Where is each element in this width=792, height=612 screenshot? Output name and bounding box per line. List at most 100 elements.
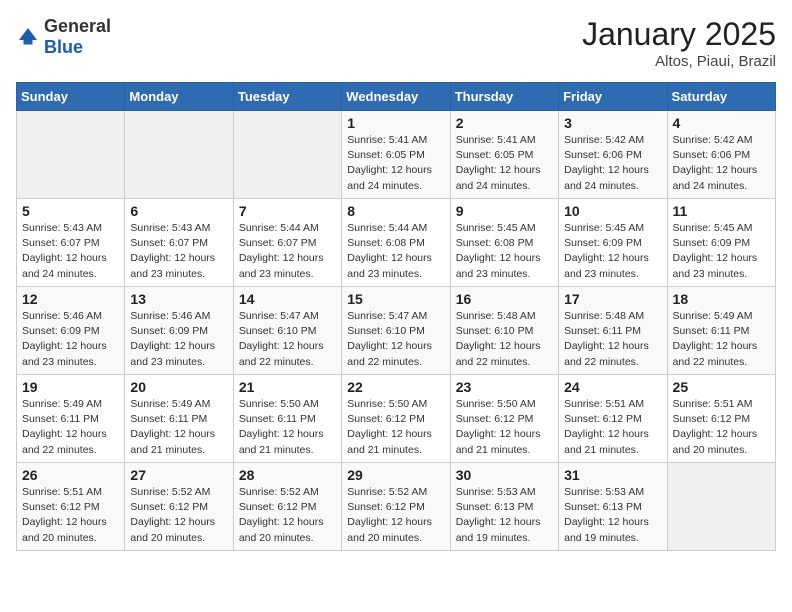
day-info: Sunrise: 5:43 AMSunset: 6:07 PMDaylight:… xyxy=(22,221,119,282)
day-cell: 1Sunrise: 5:41 AMSunset: 6:05 PMDaylight… xyxy=(342,111,450,199)
day-cell: 14Sunrise: 5:47 AMSunset: 6:10 PMDayligh… xyxy=(233,287,341,375)
day-number: 23 xyxy=(456,379,553,395)
day-info: Sunrise: 5:48 AMSunset: 6:11 PMDaylight:… xyxy=(564,309,661,370)
week-row-2: 5 Sunrise: 5:43 AMSunset: 6:07 PMDaylight… xyxy=(17,199,776,287)
day-cell: 12 Sunrise: 5:46 AMSunset: 6:09 PMDayligh… xyxy=(17,287,125,375)
day-info: Sunrise: 5:51 AMSunset: 6:12 PMDaylight:… xyxy=(564,397,661,458)
day-number: 4 xyxy=(673,115,770,131)
day-number: 14 xyxy=(239,291,336,307)
day-number: 28 xyxy=(239,467,336,483)
logo-blue: Blue xyxy=(44,37,83,57)
day-number: 27 xyxy=(130,467,227,483)
day-info: Sunrise: 5:52 AMSunset: 6:12 PMDaylight:… xyxy=(239,485,336,546)
day-number: 30 xyxy=(456,467,553,483)
day-info: Sunrise: 5:53 AMSunset: 6:13 PMDaylight:… xyxy=(564,485,661,546)
day-info: Sunrise: 5:45 AMSunset: 6:09 PMDaylight:… xyxy=(673,221,770,282)
day-number: 2 xyxy=(456,115,553,131)
day-number: 16 xyxy=(456,291,553,307)
day-number: 25 xyxy=(673,379,770,395)
day-number: 15 xyxy=(347,291,444,307)
day-cell: 31 Sunrise: 5:53 AMSunset: 6:13 PMDayligh… xyxy=(559,463,667,551)
weekday-header-wednesday: Wednesday xyxy=(342,83,450,111)
weekday-header-thursday: Thursday xyxy=(450,83,558,111)
day-info: Sunrise: 5:41 AMSunset: 6:05 PMDaylight:… xyxy=(456,133,553,194)
weekday-header-friday: Friday xyxy=(559,83,667,111)
header: General Blue January 2025 Altos, Piaui, … xyxy=(16,16,776,70)
calendar-header: SundayMondayTuesdayWednesdayThursdayFrid… xyxy=(17,83,776,111)
day-number: 12 xyxy=(22,291,119,307)
day-number: 5 xyxy=(22,203,119,219)
day-number: 18 xyxy=(673,291,770,307)
week-row-4: 19Sunrise: 5:49 AMSunset: 6:11 PMDayligh… xyxy=(17,375,776,463)
calendar-table: SundayMondayTuesdayWednesdayThursdayFrid… xyxy=(16,82,776,551)
day-number: 7 xyxy=(239,203,336,219)
day-info: Sunrise: 5:42 AMSunset: 6:06 PMDaylight:… xyxy=(673,133,770,194)
day-info: Sunrise: 5:46 AMSunset: 6:09 PMDaylight:… xyxy=(130,309,227,370)
day-cell: 18 Sunrise: 5:49 AMSunset: 6:11 PMDayligh… xyxy=(667,287,775,375)
weekday-header-sunday: Sunday xyxy=(17,83,125,111)
day-info: Sunrise: 5:52 AMSunset: 6:12 PMDaylight:… xyxy=(130,485,227,546)
day-info: Sunrise: 5:51 AMSunset: 6:12 PMDaylight:… xyxy=(673,397,770,458)
day-number: 6 xyxy=(130,203,227,219)
day-cell xyxy=(17,111,125,199)
day-cell: 5 Sunrise: 5:43 AMSunset: 6:07 PMDaylight… xyxy=(17,199,125,287)
day-cell: 6 Sunrise: 5:43 AMSunset: 6:07 PMDaylight… xyxy=(125,199,233,287)
location-title: Altos, Piaui, Brazil xyxy=(582,53,776,70)
day-info: Sunrise: 5:49 AMSunset: 6:11 PMDaylight:… xyxy=(130,397,227,458)
day-cell: 11Sunrise: 5:45 AMSunset: 6:09 PMDayligh… xyxy=(667,199,775,287)
day-number: 24 xyxy=(564,379,661,395)
day-cell: 20 Sunrise: 5:49 AMSunset: 6:11 PMDayligh… xyxy=(125,375,233,463)
day-cell: 25 Sunrise: 5:51 AMSunset: 6:12 PMDayligh… xyxy=(667,375,775,463)
day-cell: 21Sunrise: 5:50 AMSunset: 6:11 PMDayligh… xyxy=(233,375,341,463)
day-number: 22 xyxy=(347,379,444,395)
day-cell: 23 Sunrise: 5:50 AMSunset: 6:12 PMDayligh… xyxy=(450,375,558,463)
logo: General Blue xyxy=(16,16,111,58)
day-cell: 2 Sunrise: 5:41 AMSunset: 6:05 PMDaylight… xyxy=(450,111,558,199)
day-cell xyxy=(125,111,233,199)
day-cell: 17 Sunrise: 5:48 AMSunset: 6:11 PMDayligh… xyxy=(559,287,667,375)
day-info: Sunrise: 5:49 AMSunset: 6:11 PMDaylight:… xyxy=(22,397,119,458)
day-info: Sunrise: 5:50 AMSunset: 6:11 PMDaylight:… xyxy=(239,397,336,458)
day-info: Sunrise: 5:45 AMSunset: 6:09 PMDaylight:… xyxy=(564,221,661,282)
weekday-header-tuesday: Tuesday xyxy=(233,83,341,111)
day-info: Sunrise: 5:47 AMSunset: 6:10 PMDaylight:… xyxy=(347,309,444,370)
day-cell: 19Sunrise: 5:49 AMSunset: 6:11 PMDayligh… xyxy=(17,375,125,463)
day-cell: 16 Sunrise: 5:48 AMSunset: 6:10 PMDayligh… xyxy=(450,287,558,375)
day-cell: 4 Sunrise: 5:42 AMSunset: 6:06 PMDaylight… xyxy=(667,111,775,199)
day-cell: 26Sunrise: 5:51 AMSunset: 6:12 PMDayligh… xyxy=(17,463,125,551)
day-cell: 30 Sunrise: 5:53 AMSunset: 6:13 PMDayligh… xyxy=(450,463,558,551)
day-cell: 27 Sunrise: 5:52 AMSunset: 6:12 PMDayligh… xyxy=(125,463,233,551)
day-cell: 29Sunrise: 5:52 AMSunset: 6:12 PMDayligh… xyxy=(342,463,450,551)
weekday-row: SundayMondayTuesdayWednesdayThursdayFrid… xyxy=(17,83,776,111)
day-info: Sunrise: 5:50 AMSunset: 6:12 PMDaylight:… xyxy=(456,397,553,458)
day-info: Sunrise: 5:45 AMSunset: 6:08 PMDaylight:… xyxy=(456,221,553,282)
day-info: Sunrise: 5:52 AMSunset: 6:12 PMDaylight:… xyxy=(347,485,444,546)
day-info: Sunrise: 5:46 AMSunset: 6:09 PMDaylight:… xyxy=(22,309,119,370)
day-number: 20 xyxy=(130,379,227,395)
day-number: 31 xyxy=(564,467,661,483)
logo-text: General Blue xyxy=(44,16,111,58)
day-number: 3 xyxy=(564,115,661,131)
day-info: Sunrise: 5:42 AMSunset: 6:06 PMDaylight:… xyxy=(564,133,661,194)
day-number: 17 xyxy=(564,291,661,307)
day-info: Sunrise: 5:43 AMSunset: 6:07 PMDaylight:… xyxy=(130,221,227,282)
day-info: Sunrise: 5:53 AMSunset: 6:13 PMDaylight:… xyxy=(456,485,553,546)
day-cell xyxy=(233,111,341,199)
day-cell: 28 Sunrise: 5:52 AMSunset: 6:12 PMDayligh… xyxy=(233,463,341,551)
day-cell: 22 Sunrise: 5:50 AMSunset: 6:12 PMDayligh… xyxy=(342,375,450,463)
day-number: 26 xyxy=(22,467,119,483)
day-info: Sunrise: 5:48 AMSunset: 6:10 PMDaylight:… xyxy=(456,309,553,370)
day-number: 9 xyxy=(456,203,553,219)
day-cell: 24 Sunrise: 5:51 AMSunset: 6:12 PMDayligh… xyxy=(559,375,667,463)
day-cell: 15 Sunrise: 5:47 AMSunset: 6:10 PMDayligh… xyxy=(342,287,450,375)
title-area: January 2025 Altos, Piaui, Brazil xyxy=(582,16,776,70)
calendar-body: 1Sunrise: 5:41 AMSunset: 6:05 PMDaylight… xyxy=(17,111,776,551)
day-info: Sunrise: 5:44 AMSunset: 6:07 PMDaylight:… xyxy=(239,221,336,282)
week-row-5: 26Sunrise: 5:51 AMSunset: 6:12 PMDayligh… xyxy=(17,463,776,551)
day-info: Sunrise: 5:50 AMSunset: 6:12 PMDaylight:… xyxy=(347,397,444,458)
logo-general: General xyxy=(44,16,111,36)
day-info: Sunrise: 5:49 AMSunset: 6:11 PMDaylight:… xyxy=(673,309,770,370)
day-cell xyxy=(667,463,775,551)
day-cell: 10Sunrise: 5:45 AMSunset: 6:09 PMDayligh… xyxy=(559,199,667,287)
day-cell: 9 Sunrise: 5:45 AMSunset: 6:08 PMDaylight… xyxy=(450,199,558,287)
